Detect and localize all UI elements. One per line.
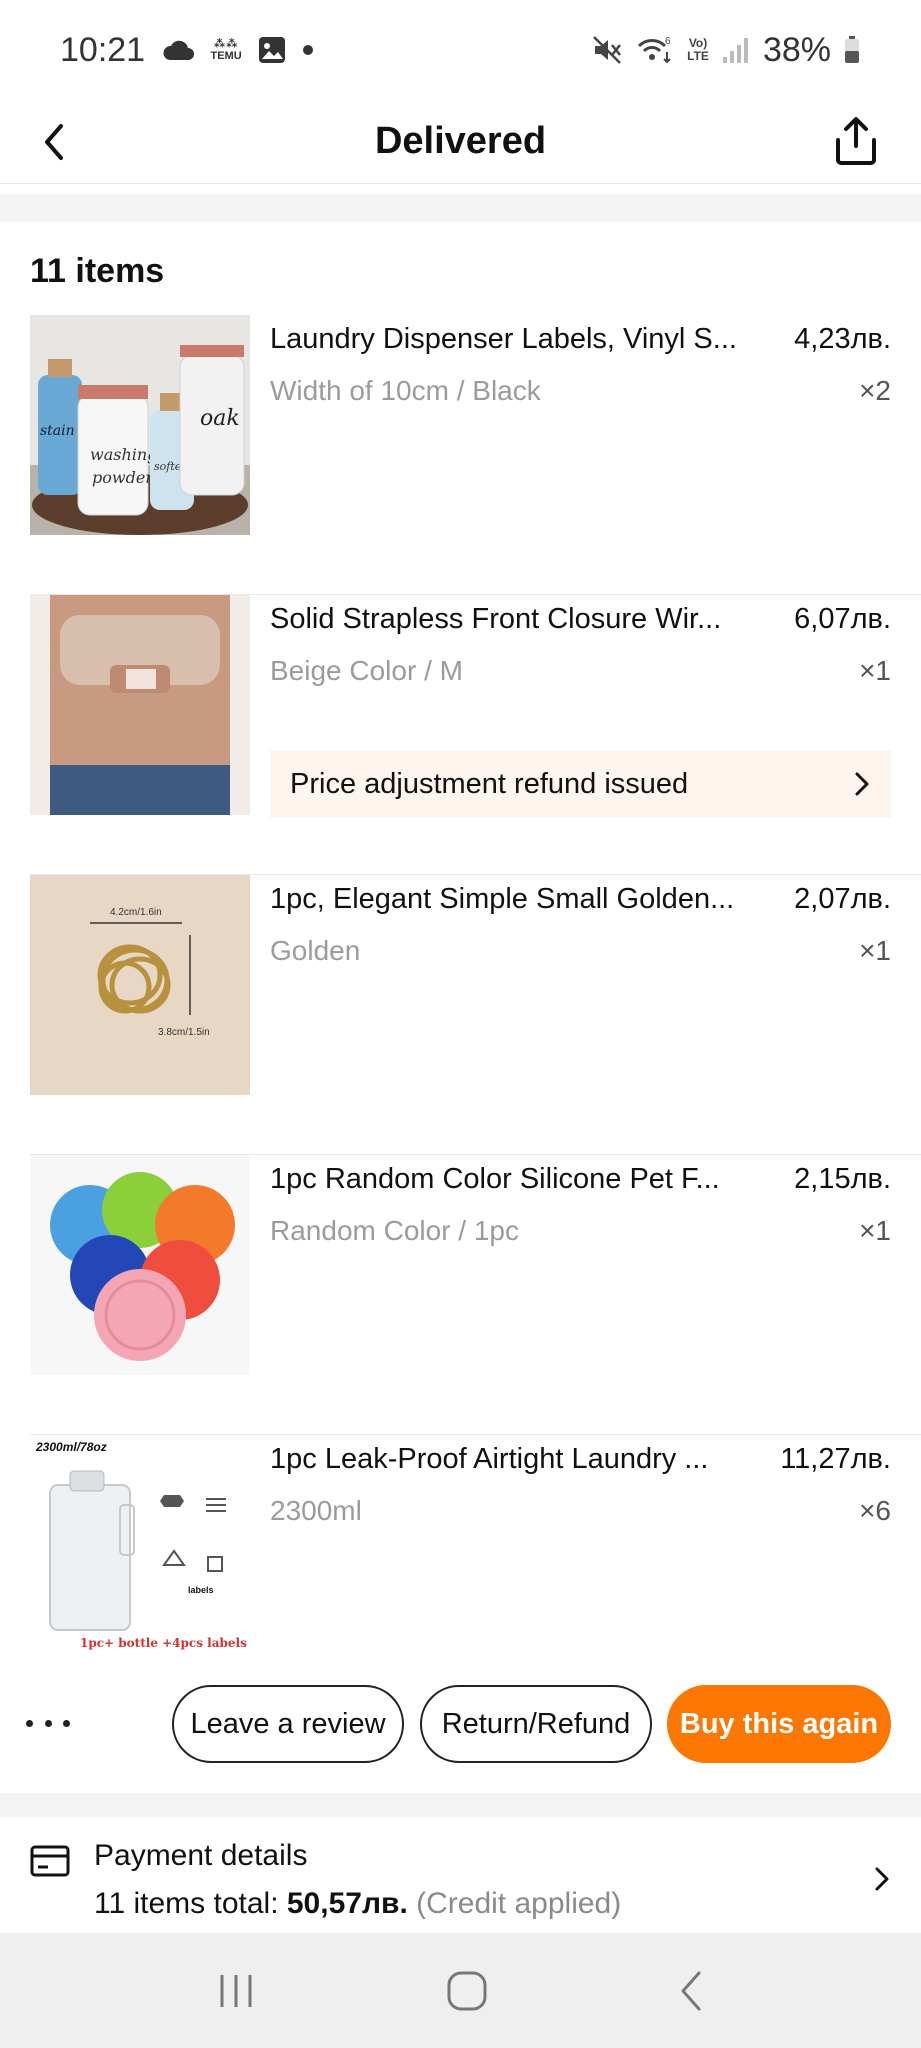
back-button[interactable] [30,118,78,166]
order-actions: Leave a review Return/Refund Buy this ag… [0,1685,921,1763]
item-name: Solid Strapless Front Closure Wir... [270,603,722,635]
container-bundle-label: 1pc+ bottle +4pcs labels [80,1636,247,1650]
svg-text:6: 6 [665,36,671,47]
item-variant: Beige Color / M [270,655,463,686]
share-icon [836,117,876,165]
item-variant: Width of 10cm / Black [270,375,541,406]
home-icon[interactable] [445,1969,489,2013]
silicone-lids-image [30,1155,250,1375]
wifi-6-icon: 6 [638,36,671,64]
chevron-right-icon [855,772,869,796]
chevron-left-icon [45,124,63,160]
items-count: 11 items [30,252,165,290]
share-button[interactable] [821,106,891,176]
svg-text:labels: labels [188,1585,214,1595]
refund-banner[interactable]: Price adjustment refund issued [270,750,891,818]
section-divider [0,194,921,222]
item-price: 4,23лв. [794,323,891,355]
back-icon[interactable] [677,1969,707,2013]
container-size-label: 2300ml/78oz [35,1440,107,1454]
app-header: Delivered [0,100,921,184]
clip-height-label: 3.8cm/1.5in [158,1027,210,1038]
chevron-right-icon [875,1867,889,1891]
battery-icon [845,36,859,63]
payment-total-amount: 50,57лв. [286,1887,408,1920]
item-name: 1pc Leak-Proof Airtight Laundry ... [270,1443,709,1475]
more-dots-icon[interactable] [26,1705,70,1741]
item-variant: Random Color / 1pc [270,1215,520,1246]
item-price: 11,27лв. [780,1443,891,1475]
status-time: 10:21 [60,30,146,69]
return-refund-button[interactable]: Return/Refund [420,1685,652,1763]
list-item[interactable]: 1pc Random Color Silicone Pet F... 2,15л… [30,1155,921,1435]
credit-card-icon [30,1845,70,1877]
strapless-bra-image [30,595,250,815]
item-name: 1pc, Elegant Simple Small Golden... [270,883,735,915]
leave-review-button[interactable]: Leave a review [172,1685,404,1763]
golden-hair-clip-image: 4.2cm/1.6in 3.8cm/1.5in [30,875,250,1095]
item-variant: Golden [270,935,361,966]
list-item[interactable]: Solid Strapless Front Closure Wir... 6,0… [30,595,921,875]
refund-banner-text: Price adjustment refund issued [290,767,689,800]
payment-details-row[interactable]: Payment details 11 items total: 50,57лв.… [0,1817,921,1933]
signal-icon [722,38,748,63]
payment-summary-label: 11 items total: [94,1887,287,1920]
cloud-icon [163,40,195,60]
svg-text:stain: stain [40,423,75,439]
buy-again-button[interactable]: Buy this again [667,1685,891,1763]
volte-icon: Vo) LTE [687,36,709,63]
item-quantity: ×6 [859,1495,891,1526]
svg-text:washing: washing [90,445,157,464]
item-price: 2,07лв. [794,883,891,915]
item-price: 6,07лв. [794,603,891,635]
credit-applied-note: (Credit applied) [407,1887,622,1920]
page-title: Delivered [374,120,547,162]
svg-text:oak: oak [200,406,240,431]
item-variant: 2300ml [270,1495,362,1526]
item-price: 2,15лв. [794,1163,891,1195]
item-name: 1pc Random Color Silicone Pet F... [270,1163,720,1195]
laundry-jars-image: washing powder softener oak stain [30,315,250,535]
item-quantity: ×2 [859,375,891,406]
list-item[interactable]: 2300ml/78oz labels 1pc+ bottle +4pcs lab… [30,1435,921,1685]
item-name: Laundry Dispenser Labels, Vinyl S... [270,323,737,355]
battery-percent: 38% [762,30,831,69]
laundry-container-image: 2300ml/78oz labels 1pc+ bottle +4pcs lab… [30,1435,250,1655]
temu-app-icon: ⁂⁂ TEMU [210,38,242,62]
status-bar: 10:21 ⁂⁂ TEMU 6 Vo) LTE 38% [0,0,921,100]
notification-dot-icon [303,45,314,55]
recent-apps-icon[interactable] [214,1971,258,2011]
system-nav-bar [0,1933,921,2048]
list-item[interactable]: washing powder softener oak stain Laundr… [30,315,921,595]
section-divider [0,1793,921,1817]
item-quantity: ×1 [859,935,891,966]
mute-icon [593,36,622,64]
svg-text:powder: powder [92,468,154,487]
payment-title: Payment details [94,1839,308,1872]
clip-width-label: 4.2cm/1.6in [110,907,162,918]
payment-summary: 11 items total: 50,57лв. (Credit applied… [94,1887,621,1921]
gallery-icon [259,37,286,63]
list-item[interactable]: 4.2cm/1.6in 3.8cm/1.5in 1pc, Elegant Sim… [30,875,921,1155]
item-quantity: ×1 [859,655,891,686]
item-quantity: ×1 [859,1215,891,1246]
